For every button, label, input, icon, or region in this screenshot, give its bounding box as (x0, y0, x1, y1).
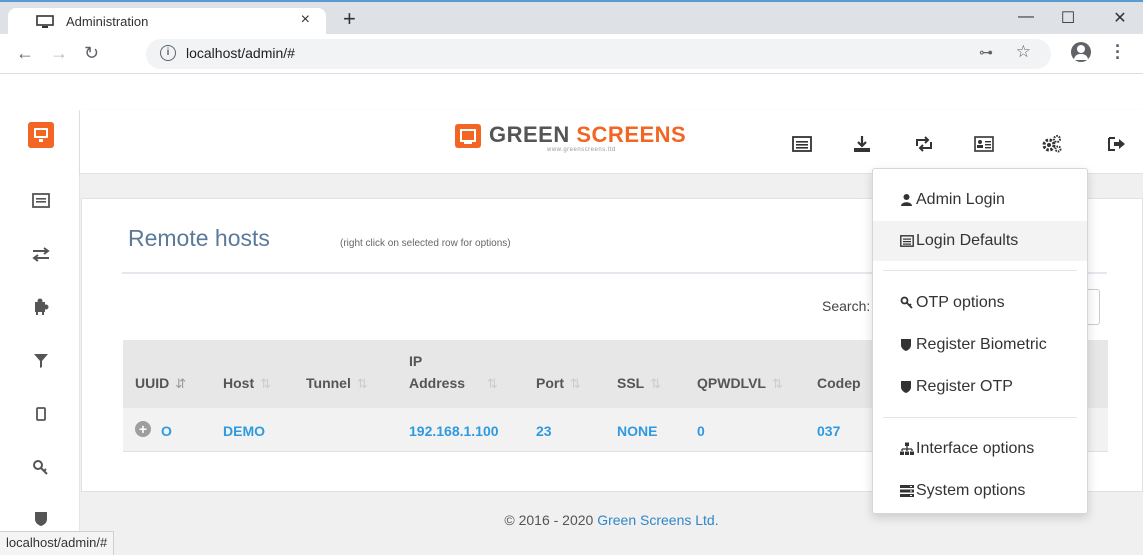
download-icon[interactable] (851, 134, 873, 154)
footer: © 2016 - 2020 Green Screens Ltd. (80, 512, 1143, 528)
cell-ssl: NONE (617, 423, 658, 439)
browser-tab[interactable]: Administration × (8, 8, 326, 36)
maximize-button[interactable]: ☐ (1058, 8, 1078, 28)
sidebar-exchange-icon[interactable] (30, 243, 52, 265)
retweet-icon[interactable] (913, 134, 935, 154)
profile-avatar-icon[interactable] (1071, 42, 1091, 62)
sidebar-puzzle-icon[interactable] (30, 296, 52, 318)
search-label: Search: (822, 298, 871, 314)
column-header-port[interactable]: Port ⇅ (536, 375, 581, 392)
shield-icon (901, 339, 911, 351)
menu-item-register-biometric[interactable]: Register Biometric (873, 325, 1087, 365)
key-icon[interactable]: ⊶ (979, 44, 993, 61)
sitemap-icon (900, 442, 914, 455)
reload-icon[interactable]: ↻ (84, 43, 99, 64)
column-header-uuid[interactable]: UUID ⇵ (135, 375, 186, 392)
column-header-tunnel[interactable]: Tunnel ⇅ (306, 375, 368, 392)
page-title: Remote hosts (128, 225, 270, 251)
status-bar-url: localhost/admin/# (0, 531, 115, 555)
list-icon[interactable] (791, 134, 813, 154)
sort-icon: ⇅ (650, 376, 662, 391)
menu-item-login-defaults[interactable]: Login Defaults (873, 221, 1087, 261)
bookmark-star-icon[interactable]: ☆ (1016, 42, 1031, 62)
browser-menu-icon[interactable]: · · · (1115, 37, 1121, 67)
user-icon (901, 194, 912, 206)
sidebar-shield-icon[interactable] (30, 508, 52, 530)
menu-item-register-otp[interactable]: Register OTP (873, 367, 1087, 407)
cell-uuid: O (161, 423, 172, 439)
settings-dropdown-menu: Admin Login Login Defaults OTP options R… (872, 168, 1088, 514)
page-subtitle: (right click on selected row for options… (340, 238, 511, 249)
menu-item-admin-login[interactable]: Admin Login (873, 180, 1087, 220)
cell-ip-address: 192.168.1.100 (409, 423, 499, 439)
column-header-qpwdlvl[interactable]: QPWDLVL ⇅ (697, 375, 783, 392)
sort-icon: ⇅ (771, 376, 783, 391)
brand-name: GREEN SCREENS (489, 122, 687, 147)
window-close-button[interactable]: ✕ (1110, 8, 1130, 28)
sort-icon: ⇅ (356, 376, 368, 391)
column-header-host[interactable]: Host ⇅ (223, 375, 271, 392)
copyright-text: © 2016 - 2020 (504, 512, 594, 528)
menu-item-interface-options[interactable]: Interface options (873, 429, 1087, 469)
url-text: localhost/admin/# (186, 45, 295, 61)
menu-divider (883, 417, 1077, 418)
sign-out-icon[interactable] (1106, 134, 1128, 154)
new-tab-button[interactable]: + (343, 6, 356, 32)
monitor-icon (36, 15, 54, 28)
menu-item-system-options[interactable]: System options (873, 471, 1087, 511)
cell-qpwdlvl: 0 (697, 423, 705, 439)
sidebar-key-icon[interactable] (30, 456, 52, 478)
sort-asc-icon: ⇵ (175, 376, 187, 391)
menu-divider (883, 270, 1077, 271)
shield-icon (901, 381, 911, 393)
column-header-codepage[interactable]: Codep (817, 375, 861, 391)
sidebar-item-hosts[interactable] (28, 122, 54, 148)
cell-host: DEMO (223, 423, 265, 439)
sidebar (0, 110, 80, 555)
expand-row-icon[interactable]: + (135, 421, 151, 437)
key-icon (900, 296, 913, 309)
info-icon[interactable]: i (160, 45, 176, 61)
cell-port: 23 (536, 423, 552, 439)
sort-icon: ⇅ (570, 376, 581, 391)
tab-title: Administration (66, 14, 149, 29)
browser-titlebar: Administration × + — ☐ ✕ (0, 0, 1143, 36)
tab-close-button[interactable]: × (301, 11, 310, 29)
sidebar-mobile-icon[interactable] (30, 403, 52, 425)
app-header: GREEN SCREENS www.greenscreens.ltd (80, 110, 1143, 174)
menu-item-otp-options[interactable]: OTP options (873, 283, 1087, 323)
server-icon (900, 485, 914, 497)
column-header-address[interactable]: Address ⇅ (409, 375, 498, 392)
id-card-icon[interactable] (973, 134, 995, 154)
sort-icon: ⇅ (487, 376, 498, 391)
column-header-ssl[interactable]: SSL ⇅ (617, 375, 661, 392)
logo-monitor-icon (455, 124, 481, 148)
browser-toolbar: ← → ↻ i localhost/admin/# ⊶ ☆ (0, 34, 1143, 74)
minimize-button[interactable]: — (1016, 8, 1036, 26)
brand-tagline: www.greenscreens.ltd (547, 147, 616, 153)
address-bar[interactable]: i localhost/admin/# ⊶ ☆ (146, 39, 1051, 69)
sort-icon: ⇅ (260, 376, 272, 391)
forward-arrow-icon[interactable]: → (50, 43, 68, 64)
sidebar-filter-icon[interactable] (30, 350, 52, 372)
company-link[interactable]: Green Screens Ltd. (597, 512, 718, 528)
cell-codepage: 037 (817, 423, 841, 439)
back-arrow-icon[interactable]: ← (16, 43, 34, 64)
monitor-icon (34, 128, 48, 142)
gears-icon[interactable] (1041, 134, 1063, 154)
list-icon (900, 235, 914, 247)
sidebar-list-icon[interactable] (30, 190, 52, 212)
column-header-ip: IP (409, 353, 423, 369)
